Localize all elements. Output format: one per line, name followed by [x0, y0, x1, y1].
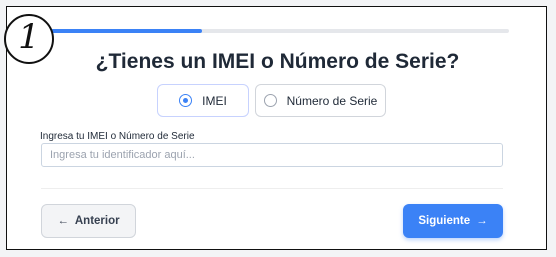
progress-fill [51, 29, 203, 33]
previous-button[interactable]: ← Anterior [41, 204, 136, 238]
previous-button-label: Anterior [74, 215, 120, 227]
identifier-field-label: Ingresa tu IMEI o Número de Serie [40, 131, 195, 142]
page-title: ¿Tienes un IMEI o Número de Serie? [95, 50, 460, 73]
divider [41, 188, 503, 189]
arrow-right-icon: → [476, 215, 488, 227]
option-serial-number-label: Número de Serie [286, 93, 378, 108]
radio-imei[interactable] [179, 94, 193, 107]
step-number-badge: 1 [4, 14, 54, 64]
radio-serial-number[interactable] [263, 94, 277, 107]
next-button-label: Siguiente [418, 215, 471, 227]
option-serial-number[interactable]: Número de Serie [255, 84, 386, 117]
option-imei-label: IMEI [202, 93, 227, 108]
progress-bar [51, 29, 509, 33]
option-imei[interactable]: IMEI [157, 84, 249, 117]
identifier-input[interactable] [41, 143, 503, 167]
arrow-left-icon: ← [57, 215, 69, 227]
form-card: ¿Tienes un IMEI o Número de Serie? IMEI … [6, 6, 547, 250]
next-button[interactable]: Siguiente → [403, 204, 503, 238]
